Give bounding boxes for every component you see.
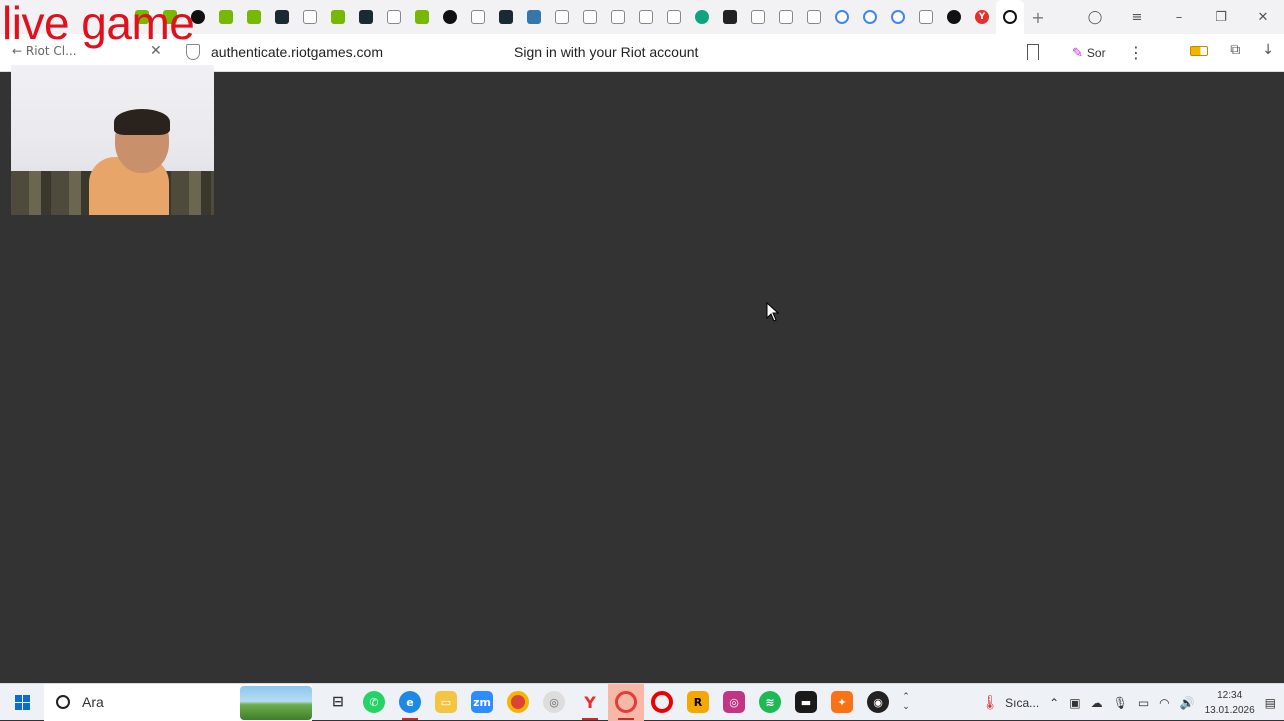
- app-icon[interactable]: ◎: [536, 684, 572, 721]
- opera-gx-icon[interactable]: [608, 683, 644, 721]
- bookmark-icon[interactable]: [1027, 44, 1039, 60]
- clock-time: 12:34: [1217, 689, 1243, 701]
- chrome-icon[interactable]: [500, 684, 536, 721]
- weather-label: Sıca...: [1005, 695, 1040, 710]
- vpn-icon[interactable]: ✦: [824, 684, 860, 721]
- thermometer-icon: 🌡: [981, 694, 1000, 710]
- windows-logo-icon: [14, 694, 30, 710]
- tab-terminal[interactable]: [492, 0, 520, 34]
- menu-icon[interactable]: ≡: [1116, 10, 1158, 25]
- tab-page[interactable]: [772, 0, 800, 34]
- tab-page[interactable]: [744, 0, 772, 34]
- new-tab-icon[interactable]: +: [1024, 0, 1052, 34]
- tab-app[interactable]: [716, 0, 744, 34]
- tab-page[interactable]: [604, 0, 632, 34]
- tab-yandex[interactable]: Y: [968, 0, 996, 34]
- stream-overlay-title: live game: [2, 0, 195, 49]
- wifi-icon[interactable]: ◠: [1159, 696, 1169, 710]
- whatsapp-icon[interactable]: ✆: [356, 684, 392, 721]
- search-highlight-image: [240, 685, 312, 720]
- taskbar: Ara ⊟ ✆ e ▭ zm ◎ Y R ◎ ≋ ▬ ✦ ◉ ⌃ ⌄ 🌡 Sıca…: [0, 683, 1284, 721]
- tab-nvidia[interactable]: [324, 0, 352, 34]
- battery-saver-icon[interactable]: [1190, 46, 1209, 56]
- restore-icon[interactable]: ❐: [1200, 10, 1242, 25]
- volume-icon[interactable]: 🔊: [1180, 696, 1195, 710]
- sparkle-icon: ✎: [1072, 45, 1083, 60]
- webcam-overlay: [11, 65, 214, 215]
- tab-github[interactable]: [940, 0, 968, 34]
- clock-date: 13.01.2026: [1204, 704, 1255, 716]
- notifications-icon[interactable]: ▤: [1265, 696, 1276, 710]
- tab-github[interactable]: [436, 0, 464, 34]
- minimize-icon[interactable]: –: [1158, 10, 1200, 25]
- profile-icon[interactable]: ◯: [1074, 10, 1116, 25]
- downloads-icon[interactable]: ↓: [1262, 42, 1274, 58]
- tab-google[interactable]: [884, 0, 912, 34]
- tab-nvidia[interactable]: [212, 0, 240, 34]
- tab-page[interactable]: [660, 0, 688, 34]
- tab-page[interactable]: [576, 0, 604, 34]
- yandex-browser-icon[interactable]: Y: [572, 684, 608, 721]
- tab-terminal[interactable]: [268, 0, 296, 34]
- taskbar-scroll-icon[interactable]: ⌃ ⌄: [896, 684, 916, 721]
- toolbar-right: ⧉ ↓: [1190, 42, 1274, 58]
- tab-python[interactable]: [520, 0, 548, 34]
- microphone-icon[interactable]: 🎙: [1113, 696, 1128, 710]
- tab-page[interactable]: [912, 0, 940, 34]
- zoom-icon[interactable]: zm: [464, 684, 500, 721]
- mouse-cursor-icon: [766, 302, 780, 322]
- tab-page[interactable]: [464, 0, 492, 34]
- battery-icon[interactable]: ▭: [1138, 696, 1149, 710]
- taskbar-search[interactable]: Ara: [44, 683, 312, 721]
- tab-page[interactable]: [632, 0, 660, 34]
- search-icon: [56, 695, 70, 709]
- more-options-icon[interactable]: ⋮: [1128, 43, 1144, 62]
- terminal-icon[interactable]: ▬: [788, 684, 824, 721]
- start-button[interactable]: [0, 694, 44, 710]
- tab-active-riot[interactable]: [996, 0, 1024, 34]
- show-hidden-icons-icon[interactable]: ⌃: [1049, 696, 1059, 710]
- tab-nvidia[interactable]: [240, 0, 268, 34]
- tray-app-icon[interactable]: ▣: [1069, 696, 1080, 710]
- url-field[interactable]: authenticate.riotgames.com: [211, 44, 383, 60]
- spotify-icon[interactable]: ≋: [752, 684, 788, 721]
- close-window-icon[interactable]: ✕: [1242, 10, 1284, 25]
- file-explorer-icon[interactable]: ▭: [428, 684, 464, 721]
- weather-widget[interactable]: 🌡 Sıca...: [981, 694, 1039, 711]
- onedrive-icon[interactable]: ☁: [1091, 696, 1103, 710]
- tab-page[interactable]: [296, 0, 324, 34]
- ask-button-label: Sor: [1086, 46, 1106, 60]
- rockstar-icon[interactable]: R: [680, 684, 716, 721]
- tab-nvidia[interactable]: [408, 0, 436, 34]
- tab-page[interactable]: [548, 0, 576, 34]
- edge-icon[interactable]: e: [392, 684, 428, 721]
- opera-icon[interactable]: [644, 684, 680, 721]
- tab-list: ‹ Y +: [100, 0, 1052, 34]
- tab-page[interactable]: [380, 0, 408, 34]
- extensions-icon[interactable]: ⧉: [1230, 42, 1240, 58]
- taskbar-apps: ⊟ ✆ e ▭ zm ◎ Y R ◎ ≋ ▬ ✦ ◉ ⌃ ⌄: [320, 683, 916, 721]
- clock[interactable]: 12:34 13.01.2026: [1205, 688, 1255, 718]
- ask-button[interactable]: ✎ Sor: [1066, 41, 1112, 65]
- webcam-person-hair: [114, 109, 170, 135]
- tab-google[interactable]: [828, 0, 856, 34]
- system-tray: 🌡 Sıca... ⌃ ▣ ☁ 🎙 ▭ ◠ 🔊 12:34 13.01.2026…: [981, 684, 1284, 721]
- tab-page[interactable]: [800, 0, 828, 34]
- tab-chatgpt[interactable]: [688, 0, 716, 34]
- tab-terminal[interactable]: [352, 0, 380, 34]
- window-controls: ◯ ≡ – ❐ ✕: [1074, 0, 1284, 34]
- search-input[interactable]: Ara: [82, 694, 104, 710]
- instagram-icon[interactable]: ◎: [716, 684, 752, 721]
- task-view-icon[interactable]: ⊟: [320, 684, 356, 721]
- riot-client-icon[interactable]: ◉: [860, 684, 896, 721]
- page-title: Sign in with your Riot account: [514, 44, 699, 60]
- tab-google[interactable]: [856, 0, 884, 34]
